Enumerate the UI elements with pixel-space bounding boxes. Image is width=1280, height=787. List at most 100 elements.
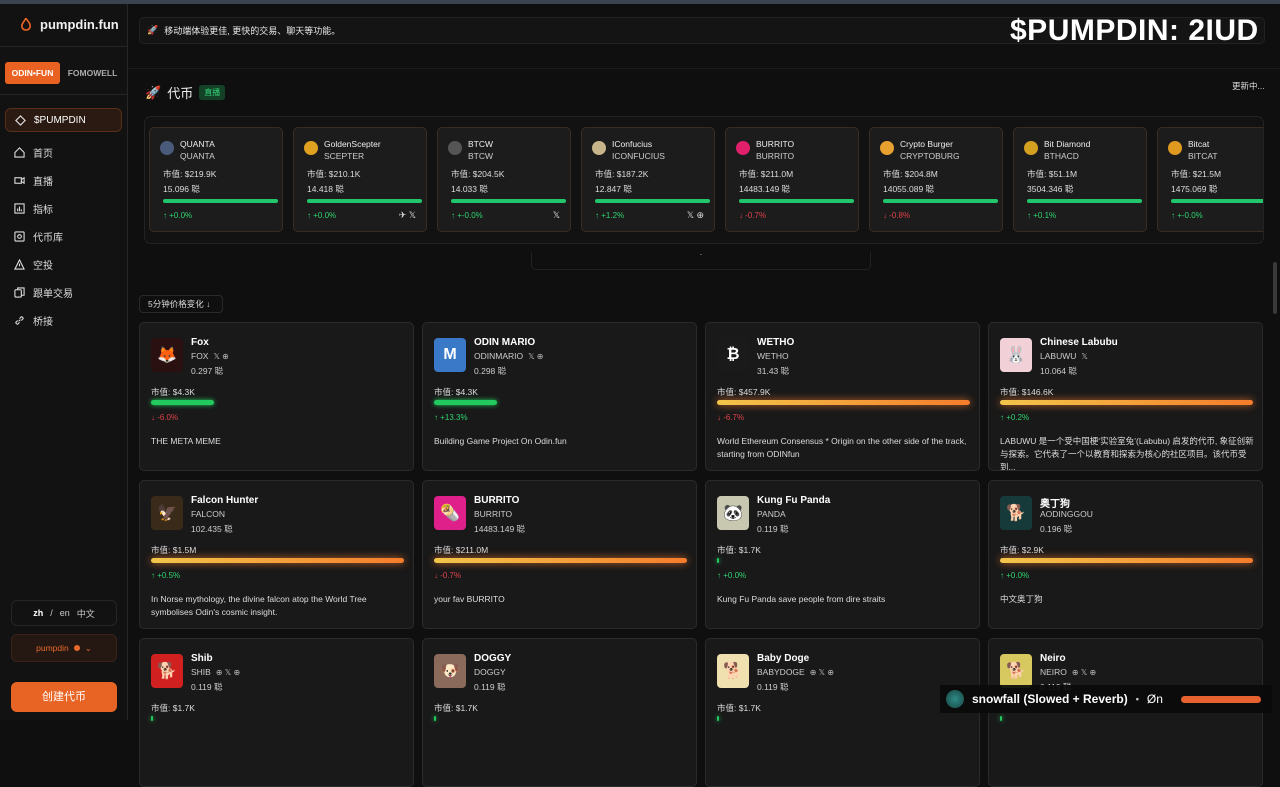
sidebar-item-home[interactable]: 首页 <box>5 140 122 164</box>
carousel-card[interactable]: BURRITO BURRITO 市值: $211.0M 14483.149 聪 … <box>725 127 859 232</box>
token-meta: AODINGGOU <box>1040 509 1098 519</box>
social-links[interactable]: 𝕏 <box>553 210 560 221</box>
market-cap: 市值: $51.1M <box>1027 169 1078 179</box>
carousel-card[interactable]: GoldenScepter SCEPTER 市值: $210.1K 14.418… <box>293 127 427 232</box>
carousel-card[interactable]: BTCW BTCW 市值: $204.5K 14.033 聪 ↑ +-0.0% … <box>437 127 571 232</box>
market-cap: 市值: $457.9K <box>717 387 771 397</box>
market-cap: 市值: $146.6K <box>1000 387 1054 397</box>
token-card[interactable]: 🐼 Kung Fu Panda PANDA 0.119 聪 市值: $1.7K … <box>705 480 980 629</box>
token-glyph: 🐕 <box>1006 663 1026 680</box>
token-image: 🐼 <box>717 496 749 530</box>
social-links[interactable]: 𝕏 ⊕ <box>687 210 704 221</box>
user-menu[interactable]: pumpdin ⌄ <box>11 634 117 662</box>
track-artist: Øn <box>1146 692 1163 706</box>
carousel-pager[interactable]: · <box>531 251 871 270</box>
token-ticker: LABUWU <box>1040 351 1077 361</box>
social-links[interactable]: ⊕ 𝕏 ⊕ <box>1072 668 1096 677</box>
token-card[interactable]: 🌯 BURRITO BURRITO 14483.149 聪 市值: $211.0… <box>422 480 697 629</box>
progress-bar <box>151 400 404 405</box>
rocket-icon: 🚀 <box>145 84 162 100</box>
token-ticker: WETHO <box>757 351 789 361</box>
sidebar-item-metrics[interactable]: 指标 <box>5 196 122 220</box>
progress-bar <box>434 716 687 721</box>
lang-zh[interactable]: zh <box>33 608 43 618</box>
tab-fomowell[interactable]: FOMOWELL <box>62 62 123 84</box>
token-ticker: NEIRO <box>1040 667 1067 677</box>
token-image: 🦅 <box>151 496 183 530</box>
progress-bar <box>883 199 998 203</box>
social-links[interactable]: ⊕ 𝕏 ⊕ <box>216 668 240 677</box>
token-image: 🌯 <box>434 496 466 530</box>
token-card[interactable]: 🦅 Falcon Hunter FALCON 102.435 聪 市值: $1.… <box>139 480 414 629</box>
holders: 0.297 聪 <box>191 366 224 376</box>
divider <box>0 94 128 95</box>
social-links[interactable]: 𝕏 <box>1081 352 1087 361</box>
carousel-card[interactable]: Bit Diamond BTHACD 市值: $51.1M 3504.346 聪… <box>1013 127 1147 232</box>
token-card[interactable]: M ODIN MARIO ODINMARIO 𝕏 ⊕ 0.298 聪 市值: $4… <box>422 322 697 471</box>
diamond-icon <box>15 114 26 126</box>
token-ticker: BTHACD <box>1044 151 1079 161</box>
progress-bar <box>595 199 710 203</box>
social-links[interactable]: ✈ 𝕏 <box>399 210 416 221</box>
sidebar-item-bridge[interactable]: 桥接 <box>5 308 122 332</box>
price-change: ↑ +0.1% <box>1027 211 1057 220</box>
sidebar-item-airdrop[interactable]: 空投 <box>5 252 122 276</box>
social-links[interactable]: 𝕏 ⊕ <box>213 352 228 361</box>
social-links[interactable]: 𝕏 ⊕ <box>528 352 543 361</box>
language-switch[interactable]: zh / en 中文 <box>11 600 117 626</box>
token-ticker: PANDA <box>757 509 786 519</box>
token-name: Chinese Labubu <box>1040 337 1118 348</box>
token-card[interactable]: 🦊 Fox FOX 𝕏 ⊕ 0.297 聪 市值: $4.3K ↓ -6.0% T… <box>139 322 414 471</box>
holders: 1475.069 聪 <box>1171 184 1218 194</box>
token-image: 🐕 <box>1000 654 1032 688</box>
progress-bar <box>717 716 970 721</box>
token-card[interactable]: 🐶 DOGGY DOGGY 0.119 聪 市值: $1.7K <box>422 638 697 787</box>
sidebar-item-token-vault[interactable]: 代币库 <box>5 224 122 248</box>
carousel-card[interactable]: QUANTA QUANTA 市值: $219.9K 15.096 聪 ↑ +0.… <box>149 127 283 232</box>
tab-odin-fun[interactable]: ODIN•FUN <box>5 62 60 84</box>
divider <box>128 68 1280 69</box>
market-cap: 市值: $1.7K <box>434 703 478 713</box>
token-description: World Ethereum Consensus * Origin on the… <box>717 436 967 459</box>
sidebar-item-copy-trade[interactable]: 跟单交易 <box>5 280 122 304</box>
holders: 12.847 聪 <box>595 184 632 194</box>
token-glyph: 🌯 <box>440 505 460 522</box>
token-ticker: CRYPTOBURG <box>900 151 960 161</box>
carousel-card[interactable]: Crypto Burger CRYPTOBURG 市值: $204.8M 140… <box>869 127 1003 232</box>
token-card[interactable]: 🐕 Shib SHIB ⊕ 𝕏 ⊕ 0.119 聪 市值: $1.7K <box>139 638 414 787</box>
token-card[interactable]: ₿ WETHO WETHO 31.43 聪 市值: $457.9K ↓ -6.7… <box>705 322 980 471</box>
lang-current: 中文 <box>76 608 95 619</box>
app-logo[interactable]: pumpdin.fun <box>20 17 119 32</box>
scrollbar[interactable] <box>1273 262 1277 314</box>
token-name: QUANTA <box>180 139 215 149</box>
token-ticker: BURRITO <box>474 509 513 519</box>
price-change: ↑ +1.2% <box>595 211 625 220</box>
sidebar-item-live[interactable]: 直播 <box>5 168 122 192</box>
carousel-card[interactable]: Bitcat BITCAT 市值: $21.5M 1475.069 聪 ↑ +-… <box>1157 127 1263 232</box>
carousel-card[interactable]: IConfucius ICONFUCIUS 市值: $187.2K 12.847… <box>581 127 715 232</box>
market-cap: 市值: $211.0M <box>434 545 489 555</box>
track-progress <box>1180 695 1261 703</box>
token-meta: LABUWU 𝕏 <box>1040 351 1088 361</box>
sort-select[interactable]: 5分钟价格变化 ↓ <box>139 295 223 313</box>
social-links[interactable]: ⊕ 𝕏 ⊕ <box>810 668 834 677</box>
token-glyph: 🦅 <box>157 505 177 522</box>
create-token-button[interactable]: 创建代币 <box>11 682 117 712</box>
token-name: WETHO <box>757 337 795 348</box>
progress-bar <box>151 716 404 721</box>
market-cap: 市值: $4.3K <box>434 387 478 397</box>
lang-en[interactable]: en <box>60 608 70 618</box>
progress-bar <box>1000 716 1253 721</box>
token-card[interactable]: 🐰 Chinese Labubu LABUWU 𝕏 10.064 聪 市值: $1… <box>988 322 1263 471</box>
market-cap: 市值: $21.5M <box>1171 169 1222 179</box>
token-name: Kung Fu Panda <box>757 495 831 506</box>
sidebar-item-pumpdin[interactable]: $PUMPDIN <box>5 108 122 132</box>
token-icon <box>1024 141 1038 155</box>
token-card[interactable]: 🐕 Baby Doge BABYDOGE ⊕ 𝕏 ⊕ 0.119 聪 市值: $1… <box>705 638 980 787</box>
token-meta: PANDA <box>757 509 791 519</box>
token-ticker: BURRITO <box>756 151 795 161</box>
token-card[interactable]: 🐕 奥丁狗 AODINGGOU 0.196 聪 市值: $2.9K ↑ +0.0… <box>988 480 1263 629</box>
token-glyph: 🐼 <box>723 505 743 522</box>
progress-bar <box>717 558 970 563</box>
home-icon <box>14 146 25 158</box>
